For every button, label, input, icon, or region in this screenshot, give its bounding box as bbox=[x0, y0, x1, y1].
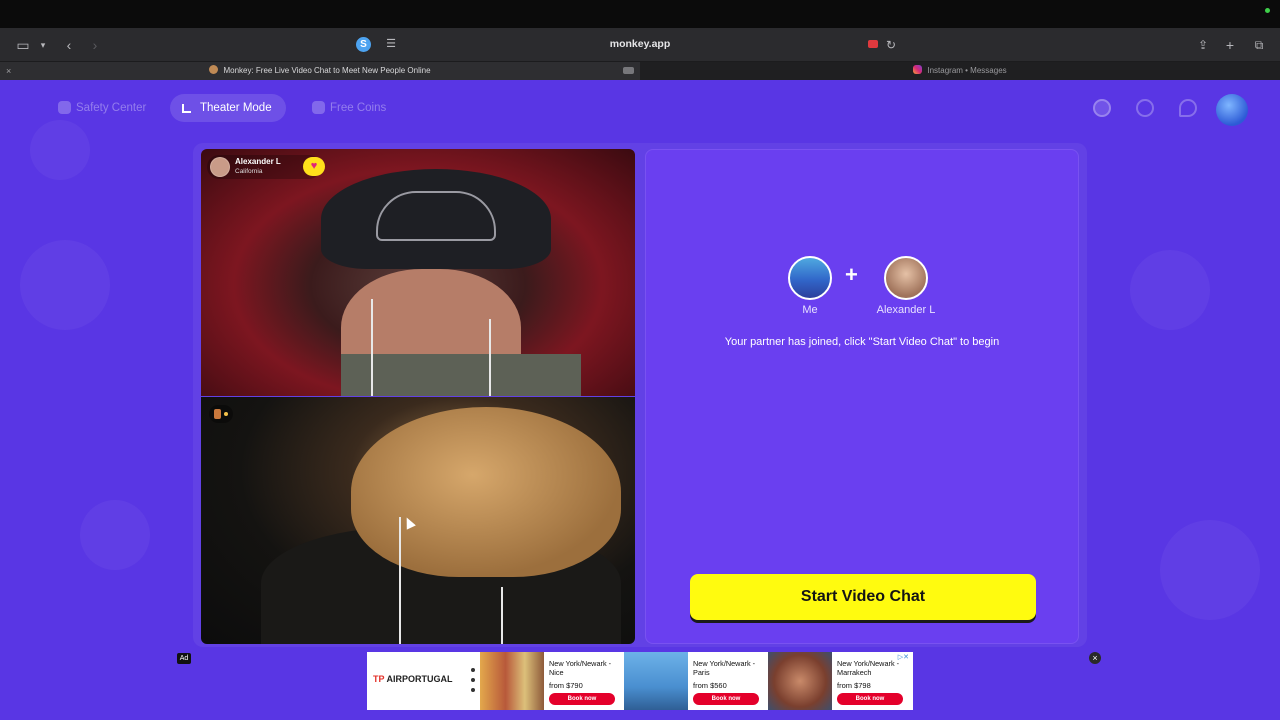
tab-title: Monkey: Free Live Video Chat to Meet New… bbox=[223, 66, 431, 75]
tab-title: Instagram • Messages bbox=[927, 66, 1007, 75]
start-video-chat-button[interactable]: Start Video Chat bbox=[690, 574, 1036, 620]
window-top-bar bbox=[0, 0, 1280, 28]
paris-image bbox=[624, 652, 688, 710]
background-decoration bbox=[1160, 520, 1260, 620]
partner-label: Alexander L bbox=[876, 304, 936, 316]
offer-destination: New York/Newark - Nice bbox=[549, 659, 612, 677]
ad-close-icon[interactable]: × bbox=[1089, 652, 1101, 664]
browser-toolbar: ▭ ▾ ‹ › S ☰ monkey.app ↻ ⇪ + ⧉ bbox=[0, 28, 1280, 62]
offer-destination: New York/Newark - Paris bbox=[693, 659, 756, 677]
ad-banner[interactable]: TP AIRPORTUGAL New York/Newark - Nice fr… bbox=[367, 652, 913, 710]
partner-location: California bbox=[235, 168, 263, 175]
instagram-favicon-icon bbox=[913, 65, 923, 74]
tab-instagram[interactable]: Instagram • Messages bbox=[640, 62, 1280, 80]
safety-center-label: Safety Center bbox=[76, 102, 147, 114]
tab-bar: × Monkey: Free Live Video Chat to Meet N… bbox=[0, 62, 1280, 80]
theater-mode-button[interactable]: Theater Mode bbox=[170, 94, 286, 122]
book-now-button[interactable]: Book now bbox=[549, 693, 615, 705]
safety-center-button[interactable]: Safety Center bbox=[46, 94, 160, 122]
ad-offer-paris[interactable]: New York/Newark - Paris from $560 Book n… bbox=[624, 652, 768, 710]
offer-price: from $790 bbox=[549, 681, 583, 690]
earbud-wire bbox=[371, 299, 373, 396]
match-panel: + Me Alexander L Your partner has joined… bbox=[645, 149, 1079, 644]
new-tab-icon[interactable]: + bbox=[1223, 37, 1237, 53]
earbud-wire bbox=[489, 319, 491, 396]
tab-monkey[interactable]: × Monkey: Free Live Video Chat to Meet N… bbox=[0, 62, 640, 80]
shield-icon bbox=[58, 101, 71, 114]
coin-icon[interactable] bbox=[1093, 99, 1111, 117]
expand-icon bbox=[182, 104, 191, 113]
share-icon[interactable]: ⇪ bbox=[1196, 37, 1210, 53]
profile-badge-icon[interactable]: S bbox=[356, 37, 371, 52]
partner-video: Alexander L California ♥ bbox=[201, 149, 635, 396]
theater-mode-label: Theater Mode bbox=[200, 102, 272, 114]
background-decoration bbox=[80, 500, 150, 570]
self-badge-icon bbox=[209, 405, 233, 423]
plus-icon: + bbox=[845, 262, 858, 287]
partner-avatar bbox=[210, 157, 230, 177]
adchoices-icon[interactable]: ▷✕ bbox=[898, 653, 909, 661]
partner-cap bbox=[321, 169, 551, 269]
partner-info-chip[interactable]: Alexander L California ♥ bbox=[207, 155, 325, 179]
coins-icon bbox=[312, 101, 325, 114]
history-icon[interactable] bbox=[1136, 99, 1154, 117]
nice-image bbox=[480, 652, 544, 710]
free-coins-label: Free Coins bbox=[330, 102, 387, 114]
ad-offer-nice[interactable]: New York/Newark - Nice from $790 Book no… bbox=[480, 652, 624, 710]
ad-offer-marrakech[interactable]: New York/Newark - Marrakech from $798 Bo… bbox=[768, 652, 912, 710]
tab-overview-icon[interactable]: ⧉ bbox=[1251, 37, 1267, 53]
earbud-wire bbox=[399, 517, 401, 644]
partner-joined-message: Your partner has joined, click "Start Vi… bbox=[724, 336, 1000, 348]
partner-shirt bbox=[341, 354, 581, 396]
self-video bbox=[201, 397, 635, 644]
book-now-button[interactable]: Book now bbox=[837, 693, 903, 705]
forward-icon[interactable]: › bbox=[88, 37, 102, 53]
self-hair bbox=[351, 407, 621, 577]
reload-icon[interactable]: ↻ bbox=[884, 37, 898, 53]
profile-avatar[interactable] bbox=[1216, 94, 1248, 126]
cap-logo bbox=[376, 191, 496, 241]
partner-name: Alexander L bbox=[235, 157, 281, 166]
monkey-page: Safety Center Theater Mode Free Coins Al… bbox=[0, 80, 1280, 720]
book-now-button[interactable]: Book now bbox=[693, 693, 759, 705]
carousel-dots[interactable] bbox=[471, 668, 475, 696]
heart-icon[interactable]: ♥ bbox=[303, 157, 325, 176]
offer-price: from $798 bbox=[837, 681, 871, 690]
camera-recording-icon[interactable] bbox=[868, 40, 878, 48]
offer-destination: New York/Newark - Marrakech bbox=[837, 659, 900, 677]
chevron-down-icon[interactable]: ▾ bbox=[38, 37, 48, 53]
address-bar[interactable]: ☰ monkey.app bbox=[380, 34, 900, 56]
marrakech-image bbox=[768, 652, 832, 710]
url-text: monkey.app bbox=[609, 38, 671, 50]
my-avatar bbox=[788, 256, 832, 300]
tap-logo: TP AIRPORTUGAL bbox=[373, 674, 453, 684]
offer-price: from $560 bbox=[693, 681, 727, 690]
earbud-wire bbox=[501, 587, 503, 644]
sidebar-toggle-icon[interactable]: ▭ bbox=[14, 37, 32, 53]
background-decoration bbox=[30, 120, 90, 180]
partner-avatar-large bbox=[884, 256, 928, 300]
background-decoration bbox=[1130, 250, 1210, 330]
camera-icon bbox=[623, 67, 634, 74]
background-decoration bbox=[20, 240, 110, 330]
recording-indicator-icon bbox=[1265, 8, 1270, 13]
chat-icon[interactable] bbox=[1179, 99, 1197, 117]
back-icon[interactable]: ‹ bbox=[62, 37, 76, 53]
ad-tag: Ad bbox=[177, 653, 191, 664]
monkey-favicon-icon bbox=[209, 65, 219, 74]
free-coins-button[interactable]: Free Coins bbox=[300, 94, 400, 122]
